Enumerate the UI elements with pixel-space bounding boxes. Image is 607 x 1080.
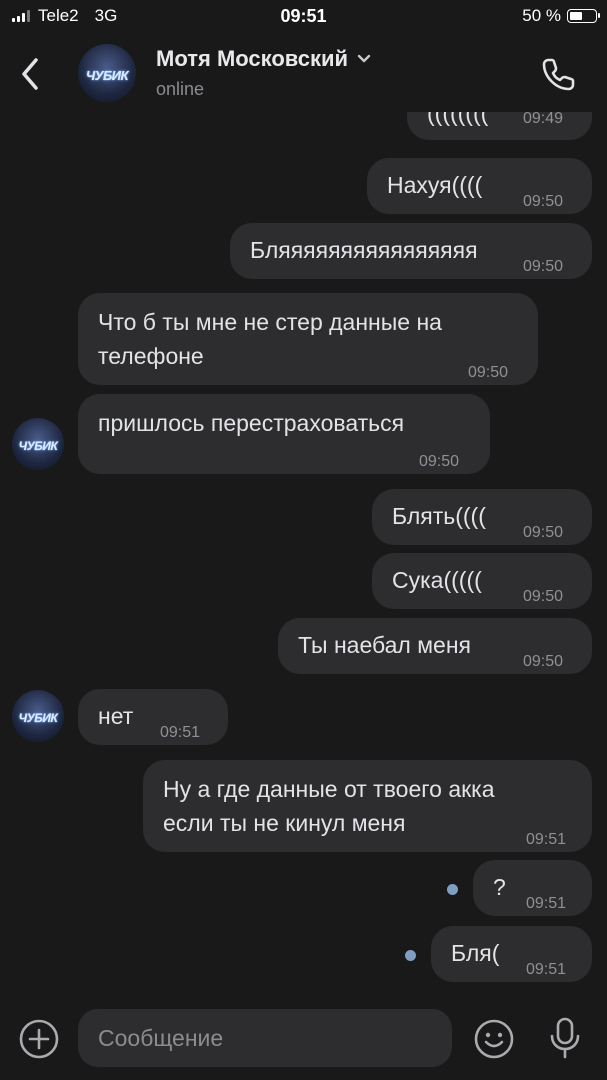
message-text: Ты наебал меня — [298, 632, 471, 658]
contact-status: online — [156, 79, 205, 99]
emoji-icon[interactable] — [472, 1017, 516, 1061]
message-time: 09:51 — [526, 831, 567, 848]
message-time: 09:50 — [523, 258, 564, 275]
message-time: 09:49 — [523, 112, 564, 127]
message-text: Блять(((( — [392, 503, 486, 529]
message-text-line-2: если ты не кинул меня — [163, 810, 406, 836]
outgoing-message[interactable]: Сука((((( 09:50 — [372, 553, 592, 609]
message-time: 09:50 — [419, 453, 460, 470]
message-time: 09:50 — [523, 588, 564, 605]
composer-bar — [0, 998, 607, 1080]
contact-name[interactable]: Мотя Московский — [156, 46, 372, 72]
outgoing-message[interactable]: Нахуя(((( 09:50 — [367, 158, 592, 214]
battery-icon — [567, 9, 600, 23]
sender-avatar[interactable]: ЧУБИК — [12, 690, 64, 742]
status-bar: Tele2 3G 09:51 50 % — [0, 0, 607, 34]
phone-icon[interactable] — [539, 54, 579, 94]
message-time: 09:51 — [526, 961, 567, 978]
message-text: ? — [493, 874, 506, 900]
outgoing-message[interactable]: Бля( 09:51 — [431, 926, 592, 982]
incoming-message[interactable]: Что б ты мне не стер данные на телефоне … — [78, 293, 538, 385]
chat-header: ЧУБИК Мотя Московский online — [0, 34, 607, 112]
message-text: пришлось перестраховаться — [98, 410, 405, 436]
incoming-message[interactable]: пришлось перестраховаться 09:50 — [78, 394, 490, 474]
microphone-icon[interactable] — [545, 1016, 585, 1062]
sender-avatar[interactable]: ЧУБИК — [12, 418, 64, 470]
outgoing-message[interactable]: (((((((( 09:49 — [407, 112, 592, 140]
contact-avatar[interactable]: ЧУБИК — [78, 44, 136, 102]
message-input[interactable] — [78, 1009, 452, 1067]
message-text: (((((((( — [427, 112, 489, 126]
battery-percent: 50 % — [522, 6, 561, 25]
message-time: 09:51 — [160, 724, 201, 741]
plus-circle-icon[interactable] — [18, 1018, 60, 1060]
outgoing-message[interactable]: Блять(((( 09:50 — [372, 489, 592, 545]
message-text: Бляяяяяяяяяяяяяяяя — [250, 237, 478, 263]
message-time: 09:50 — [523, 653, 564, 670]
status-time: 09:51 — [280, 6, 327, 26]
message-text: нет — [98, 703, 134, 729]
message-list[interactable]: (((((((( 09:49 Нахуя(((( 09:50 Бляяяяяяя… — [0, 112, 607, 992]
unread-indicator — [405, 950, 416, 961]
incoming-message[interactable]: нет 09:51 — [78, 689, 228, 745]
back-chevron-icon[interactable] — [14, 54, 46, 94]
message-time: 09:51 — [526, 895, 567, 912]
chevron-down-icon — [357, 54, 371, 63]
message-text: Бля( — [451, 940, 500, 966]
outgoing-message[interactable]: ? 09:51 — [473, 860, 592, 916]
message-text-line-1: Что б ты мне не стер данные на — [98, 309, 442, 335]
message-text-line-2: телефоне — [98, 343, 204, 369]
unread-indicator — [447, 884, 458, 895]
message-text: Сука((((( — [392, 567, 482, 593]
message-time: 09:50 — [523, 193, 564, 210]
outgoing-message[interactable]: Ты наебал меня 09:50 — [278, 618, 592, 674]
message-time: 09:50 — [468, 364, 509, 381]
status-bar-right: 50 % — [522, 6, 600, 26]
avatar-logo-text: ЧУБИК — [85, 68, 129, 83]
message-text: Нахуя(((( — [387, 172, 483, 198]
message-text-line-1: Ну а где данные от твоего акка — [163, 776, 495, 802]
outgoing-message[interactable]: Ну а где данные от твоего акка если ты н… — [143, 760, 592, 852]
contact-name-text: Мотя Московский — [156, 46, 349, 71]
avatar-logo-text: ЧУБИК — [18, 439, 58, 453]
outgoing-message[interactable]: Бляяяяяяяяяяяяяяяя 09:50 — [230, 223, 592, 279]
message-time: 09:50 — [523, 524, 564, 541]
avatar-logo-text: ЧУБИК — [18, 711, 58, 725]
